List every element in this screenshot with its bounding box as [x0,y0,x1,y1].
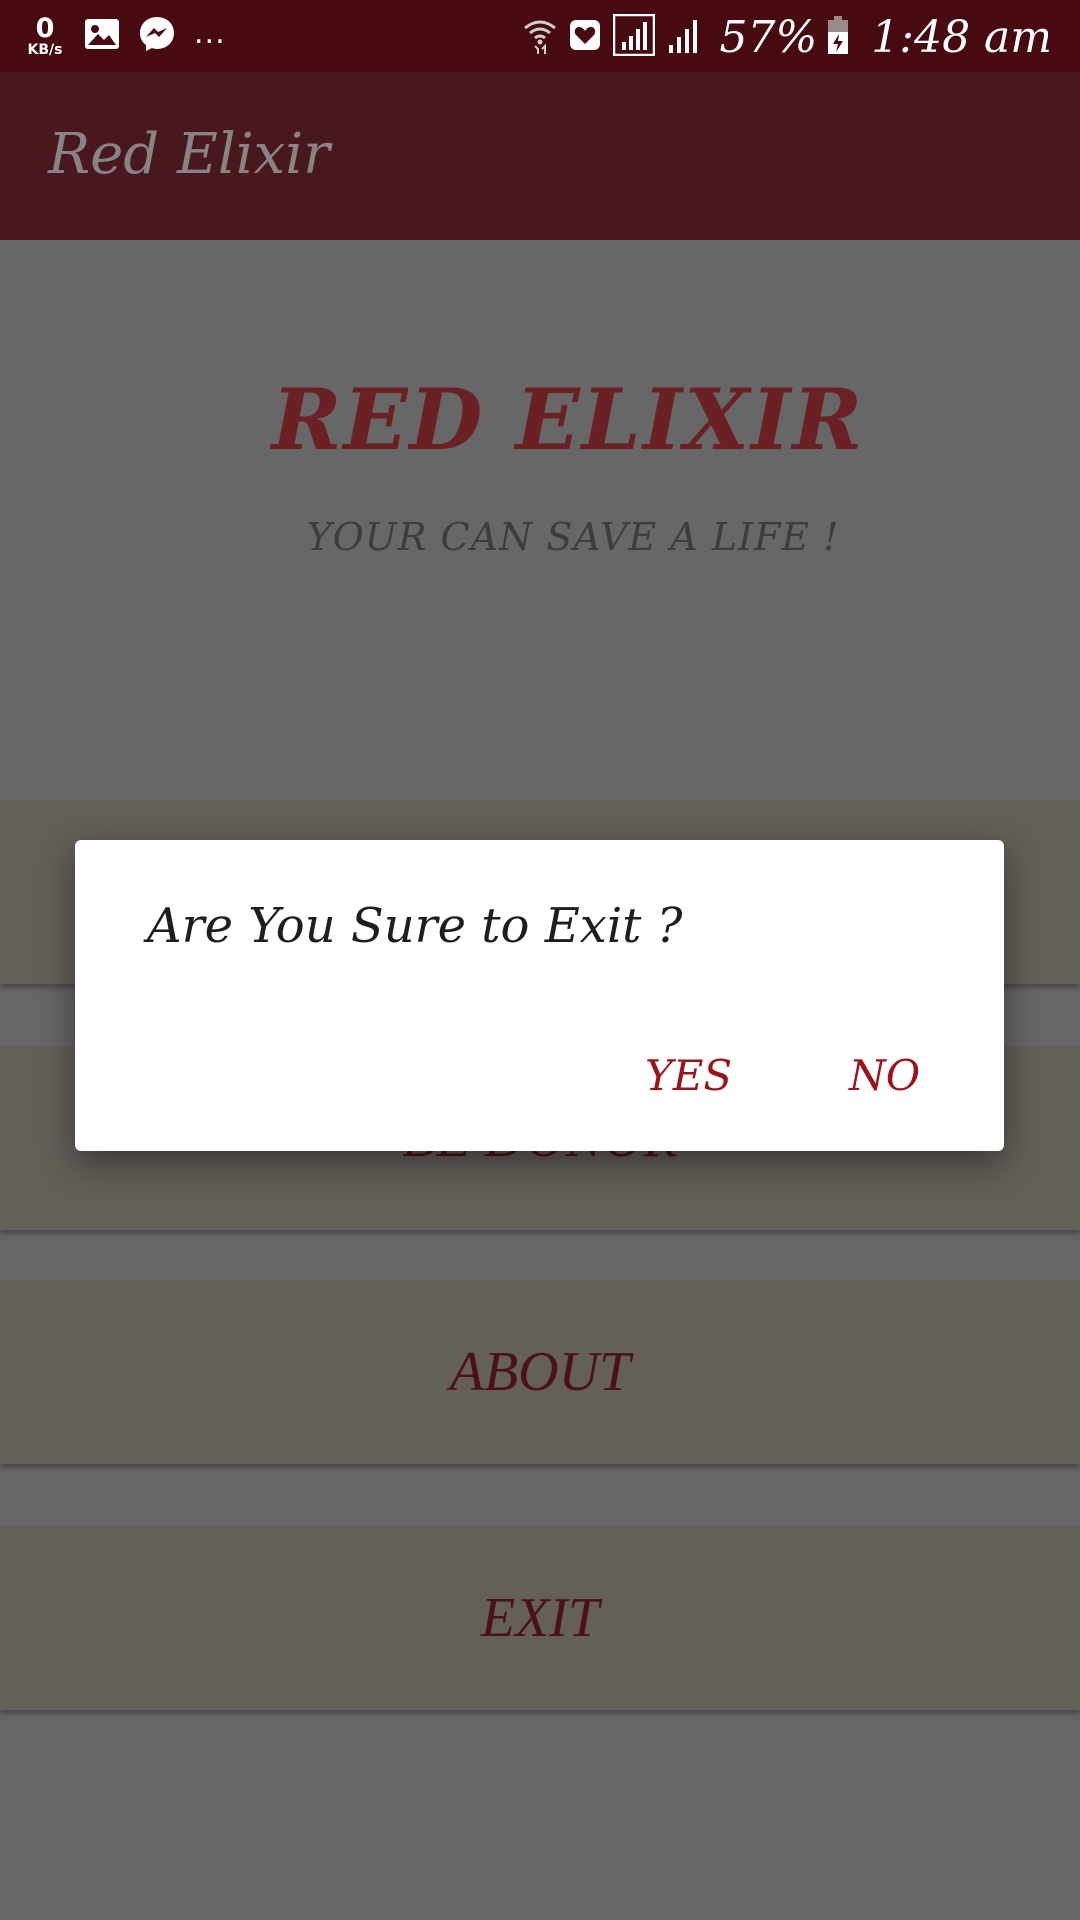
brand-title: RED ELIXIR [271,370,865,469]
clock: 1:48 am [871,11,1052,63]
wifi-icon [523,16,557,58]
brand-tagline: YOUR CAN SAVE A LIFE ! [306,515,840,559]
battery-icon [827,15,849,59]
gallery-icon [84,18,120,54]
network-speed-unit: KB/s [27,42,63,58]
signal-icon [613,13,656,60]
yes-button[interactable]: YES [633,1040,744,1112]
menu-item-label: ABOUT [449,1341,631,1403]
menu-item-label: EXIT [480,1587,600,1649]
status-bar: 0 KB/s ... 57% 1:48 am [0,0,1080,72]
dialog-message: Are You Sure to Exit ? [147,898,683,954]
exit-confirm-dialog: Are You Sure to Exit ? YES NO [75,840,1004,1151]
app-screen: 0 KB/s ... 57% 1:48 am Red Elixir RED EL… [0,0,1080,1920]
app-toolbar: Red Elixir [0,72,1080,240]
health-icon [569,19,601,55]
menu-item-exit[interactable]: EXIT [0,1526,1080,1710]
network-speed: 0 KB/s [22,15,68,57]
more-notifications-indicator: ... [194,15,226,51]
toolbar-title: Red Elixir [48,122,330,187]
battery-percent: 57% [719,11,818,63]
no-button[interactable]: NO [837,1040,932,1112]
messenger-icon [138,15,176,57]
menu-item-about[interactable]: ABOUT [0,1280,1080,1464]
signal-icon [667,15,703,59]
network-speed-value: 0 [35,13,55,44]
